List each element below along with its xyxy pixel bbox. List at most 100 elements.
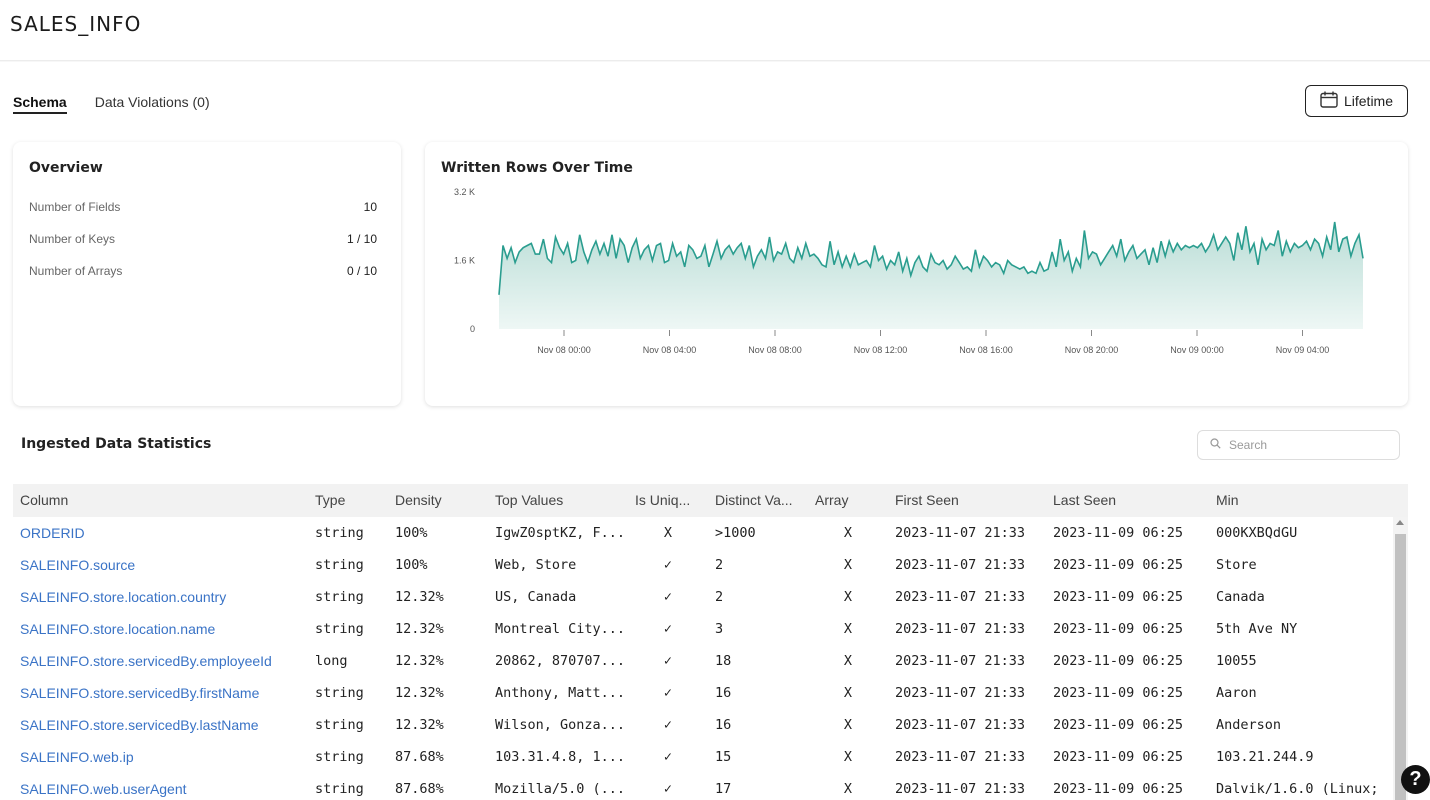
- overview-label: Number of Arrays: [29, 264, 123, 278]
- is-unique-cell: ✓: [663, 781, 673, 797]
- density-cell: 87.68%: [395, 781, 444, 797]
- top-values-cell: Mozilla/5.0 (...: [495, 781, 625, 797]
- x-tick-label: Nov 08 08:00: [748, 345, 802, 355]
- overview-title: Overview: [29, 160, 103, 176]
- last-seen-cell: 2023-11-09 06:25: [1053, 589, 1184, 605]
- min-cell: Dalvik/1.6.0 (Linux;: [1216, 781, 1379, 797]
- table-row: SALEINFO.store.servicedBy.lastName string…: [13, 709, 1391, 741]
- type-cell: string: [315, 621, 364, 637]
- table-row: SALEINFO.web.userAgent string 87.68% Mozill…: [13, 773, 1391, 800]
- written-rows-chart: 3.2 K 1.6 K 0 Nov 08 00:00 Nov 08 04:00 Nov 0…: [454, 187, 1364, 355]
- overview-row-arrays: Number of Arrays 0 / 10: [29, 264, 377, 278]
- density-cell: 12.32%: [395, 717, 444, 733]
- type-cell: long: [315, 653, 348, 669]
- overview-card: Overview Number of Fields 10 Number of K…: [13, 142, 401, 406]
- min-cell: 5th Ave NY: [1216, 621, 1298, 637]
- tab-schema[interactable]: Schema: [13, 94, 67, 114]
- column-name-link[interactable]: SALEINFO.store.servicedBy.lastName: [20, 717, 305, 733]
- is-unique-cell: ✓: [663, 653, 673, 669]
- column-header[interactable]: Density: [395, 492, 442, 508]
- type-cell: string: [315, 525, 364, 541]
- column-header[interactable]: Column: [20, 492, 68, 508]
- table-row: SALEINFO.web.ip string 87.68% 103.31.4.8, 1…: [13, 741, 1391, 773]
- is-unique-cell: ✓: [663, 749, 673, 765]
- y-tick-label: 0: [470, 324, 475, 334]
- x-tick-label: Nov 08 16:00: [959, 345, 1013, 355]
- first-seen-cell: 2023-11-07 21:33: [895, 717, 1026, 733]
- search-input[interactable]: [1229, 438, 1389, 452]
- is-unique-cell: ✓: [663, 557, 673, 573]
- column-header[interactable]: Last Seen: [1053, 492, 1116, 508]
- x-tick-label: Nov 08 04:00: [643, 345, 697, 355]
- column-header[interactable]: Is Uniq...: [635, 492, 690, 508]
- column-name-link[interactable]: SALEINFO.store.servicedBy.firstName: [20, 685, 305, 701]
- x-tick-label: Nov 08 12:00: [854, 345, 908, 355]
- distinct-values-cell: 16: [715, 717, 732, 733]
- x-tick-label: Nov 09 00:00: [1170, 345, 1224, 355]
- table-row: SALEINFO.store.servicedBy.firstName strin…: [13, 677, 1391, 709]
- last-seen-cell: 2023-11-09 06:25: [1053, 717, 1184, 733]
- array-cell: X: [843, 717, 853, 733]
- search-box[interactable]: [1197, 430, 1400, 460]
- array-cell: X: [843, 621, 853, 637]
- type-cell: string: [315, 685, 364, 701]
- density-cell: 12.32%: [395, 685, 444, 701]
- help-button[interactable]: ?: [1401, 765, 1430, 794]
- column-header[interactable]: Distinct Va...: [715, 492, 793, 508]
- chart-area-fill: [499, 222, 1363, 329]
- y-tick-label: 3.2 K: [454, 187, 475, 197]
- is-unique-cell: ✓: [663, 717, 673, 733]
- is-unique-cell: ✓: [663, 589, 673, 605]
- array-cell: X: [843, 685, 853, 701]
- last-seen-cell: 2023-11-09 06:25: [1053, 781, 1184, 797]
- column-header[interactable]: Array: [815, 492, 848, 508]
- first-seen-cell: 2023-11-07 21:33: [895, 781, 1026, 797]
- column-name-link[interactable]: SALEINFO.store.location.country: [20, 589, 305, 605]
- min-cell: 000KXBQdGU: [1216, 525, 1298, 541]
- y-tick-label: 1.6 K: [454, 256, 475, 266]
- first-seen-cell: 2023-11-07 21:33: [895, 557, 1026, 573]
- is-unique-cell: ✓: [663, 621, 673, 637]
- top-values-cell: IgwZ0sptKZ, F...: [495, 525, 625, 541]
- first-seen-cell: 2023-11-07 21:33: [895, 685, 1026, 701]
- overview-row-fields: Number of Fields 10: [29, 200, 377, 214]
- last-seen-cell: 2023-11-09 06:25: [1053, 685, 1184, 701]
- column-name-link[interactable]: SALEINFO.store.location.name: [20, 621, 305, 637]
- array-cell: X: [843, 781, 853, 797]
- column-name-link[interactable]: SALEINFO.source: [20, 557, 305, 573]
- array-cell: X: [843, 525, 853, 541]
- distinct-values-cell: 18: [715, 653, 732, 669]
- x-tick-label: Nov 08 00:00: [537, 345, 591, 355]
- column-header[interactable]: First Seen: [895, 492, 959, 508]
- type-cell: string: [315, 781, 364, 797]
- array-cell: X: [843, 653, 853, 669]
- column-name-link[interactable]: ORDERID: [20, 525, 305, 541]
- scroll-up-arrow-icon[interactable]: [1396, 520, 1404, 525]
- type-cell: string: [315, 589, 364, 605]
- last-seen-cell: 2023-11-09 06:25: [1053, 525, 1184, 541]
- top-values-cell: Web, Store: [495, 557, 577, 573]
- overview-label: Number of Keys: [29, 232, 116, 246]
- tab-bar: Schema Data Violations (0): [13, 94, 210, 114]
- density-cell: 12.32%: [395, 621, 444, 637]
- time-range-button[interactable]: Lifetime: [1305, 85, 1408, 117]
- overview-value: 10: [363, 200, 377, 214]
- main-content: Schema Data Violations (0) Lifetime Over…: [0, 62, 1430, 800]
- column-name-link[interactable]: SALEINFO.web.ip: [20, 749, 305, 765]
- page-title: SALES_INFO: [10, 12, 142, 36]
- tab-data-violations[interactable]: Data Violations (0): [95, 94, 210, 114]
- density-cell: 12.32%: [395, 653, 444, 669]
- column-header[interactable]: Type: [315, 492, 345, 508]
- last-seen-cell: 2023-11-09 06:25: [1053, 749, 1184, 765]
- overview-value: 0 / 10: [346, 264, 377, 278]
- array-cell: X: [843, 749, 853, 765]
- column-header[interactable]: Min: [1216, 492, 1239, 508]
- calendar-icon: [1320, 91, 1338, 111]
- column-header[interactable]: Top Values: [495, 492, 563, 508]
- first-seen-cell: 2023-11-07 21:33: [895, 525, 1026, 541]
- min-cell: Anderson: [1216, 717, 1282, 733]
- x-tick-label: Nov 09 04:00: [1276, 345, 1330, 355]
- scrollbar-thumb[interactable]: [1395, 534, 1406, 800]
- column-name-link[interactable]: SALEINFO.store.servicedBy.employeeId: [20, 653, 305, 669]
- column-name-link[interactable]: SALEINFO.web.userAgent: [20, 781, 305, 797]
